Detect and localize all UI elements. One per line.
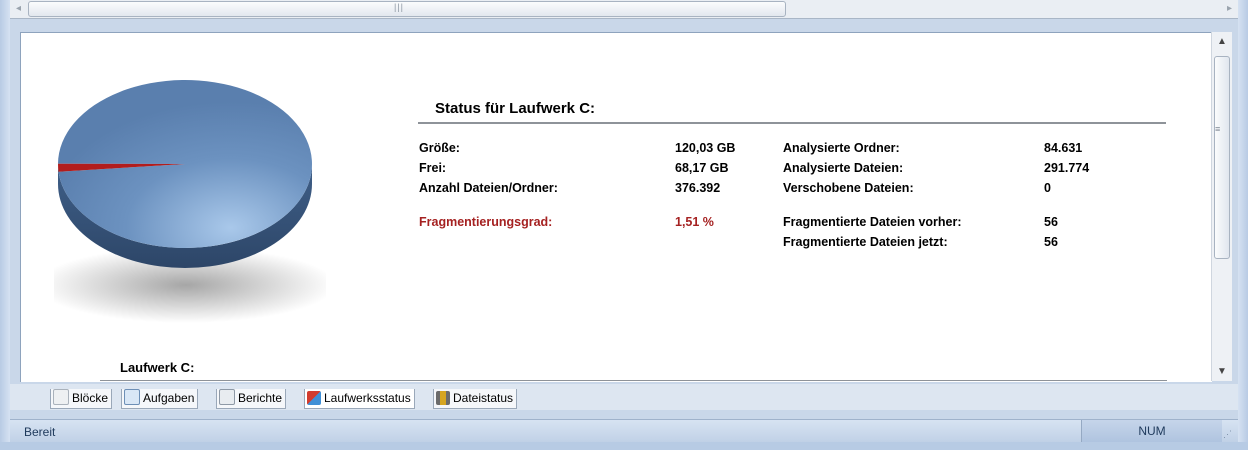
fragmented-now-label: Fragmentierte Dateien jetzt:: [783, 235, 948, 249]
horizontal-scrollbar[interactable]: ◂ ||| ▸: [10, 0, 1238, 19]
file-count-value: 376.392: [675, 181, 721, 195]
window-frame-left: [0, 0, 10, 450]
tab-file-status[interactable]: Dateistatus: [433, 389, 518, 409]
reports-icon: [219, 389, 235, 405]
size-value: 120,03 GB: [675, 141, 736, 155]
window-frame-bottom: [0, 442, 1248, 450]
free-label: Frei:: [419, 161, 447, 175]
size-label: Größe:: [419, 141, 460, 155]
analyzed-folders-value: 84.631: [1044, 141, 1083, 155]
tab-reports-label: Berichte: [238, 391, 283, 405]
fragmented-now-value: 56: [1044, 235, 1058, 249]
scroll-left-icon[interactable]: ◂: [16, 3, 21, 14]
vertical-scrollbar[interactable]: ▲ ≡ ▼: [1211, 32, 1232, 381]
scroll-right-icon[interactable]: ▸: [1227, 3, 1232, 14]
fragmentation-value: 1,51 %: [675, 215, 714, 229]
fragmented-before-label: Fragmentierte Dateien vorher:: [783, 215, 962, 229]
tab-reports[interactable]: Berichte: [216, 389, 287, 409]
tab-tasks[interactable]: Aufgaben: [121, 389, 199, 409]
moved-files-value: 0: [1044, 181, 1051, 195]
scroll-down-icon[interactable]: ▼: [1217, 366, 1227, 377]
blocks-icon: [53, 389, 69, 405]
vscroll-grip-icon: ≡: [1215, 124, 1221, 134]
caption-divider: [100, 380, 1167, 381]
num-lock-indicator: NUM: [1081, 420, 1222, 443]
fragmentation-label: Fragmentierungsgrad:: [419, 215, 553, 229]
pie-chart: [36, 80, 336, 330]
horizontal-scroll-thumb[interactable]: [28, 1, 786, 17]
tab-blocks-label: Blöcke: [72, 391, 109, 405]
analyzed-folders-label: Analysierte Ordner:: [783, 141, 900, 155]
fragmented-before-value: 56: [1044, 215, 1058, 229]
moved-files-label: Verschobene Dateien:: [783, 181, 914, 195]
tab-file-status-label: Dateistatus: [453, 391, 514, 405]
resize-grip-icon[interactable]: ⋰: [1223, 429, 1232, 440]
vertical-scroll-thumb[interactable]: [1214, 56, 1230, 259]
status-divider: [418, 122, 1166, 124]
drive-caption: Laufwerk C:: [120, 360, 195, 375]
window-frame-right: [1238, 0, 1248, 450]
status-bar: Bereit NUM ⋰: [10, 419, 1238, 443]
free-value: 68,17 GB: [675, 161, 729, 175]
analyzed-files-label: Analysierte Dateien:: [783, 161, 904, 175]
analyzed-files-value: 291.774: [1044, 161, 1090, 175]
tab-drive-status[interactable]: Laufwerksstatus: [304, 389, 415, 409]
drive-status-icon: [307, 391, 321, 405]
scroll-grip-icon: |||: [394, 2, 405, 12]
tab-blocks[interactable]: Blöcke: [50, 389, 113, 409]
status-ready-text: Bereit: [24, 425, 56, 439]
scroll-up-icon[interactable]: ▲: [1217, 36, 1227, 47]
tab-tasks-label: Aufgaben: [143, 391, 195, 405]
file-status-icon: [436, 391, 450, 405]
status-title: Status für Laufwerk C:: [435, 100, 596, 117]
tab-drive-status-label: Laufwerksstatus: [324, 391, 411, 405]
tasks-icon: [124, 389, 140, 405]
file-count-label: Anzahl Dateien/Ordner:: [419, 181, 558, 195]
